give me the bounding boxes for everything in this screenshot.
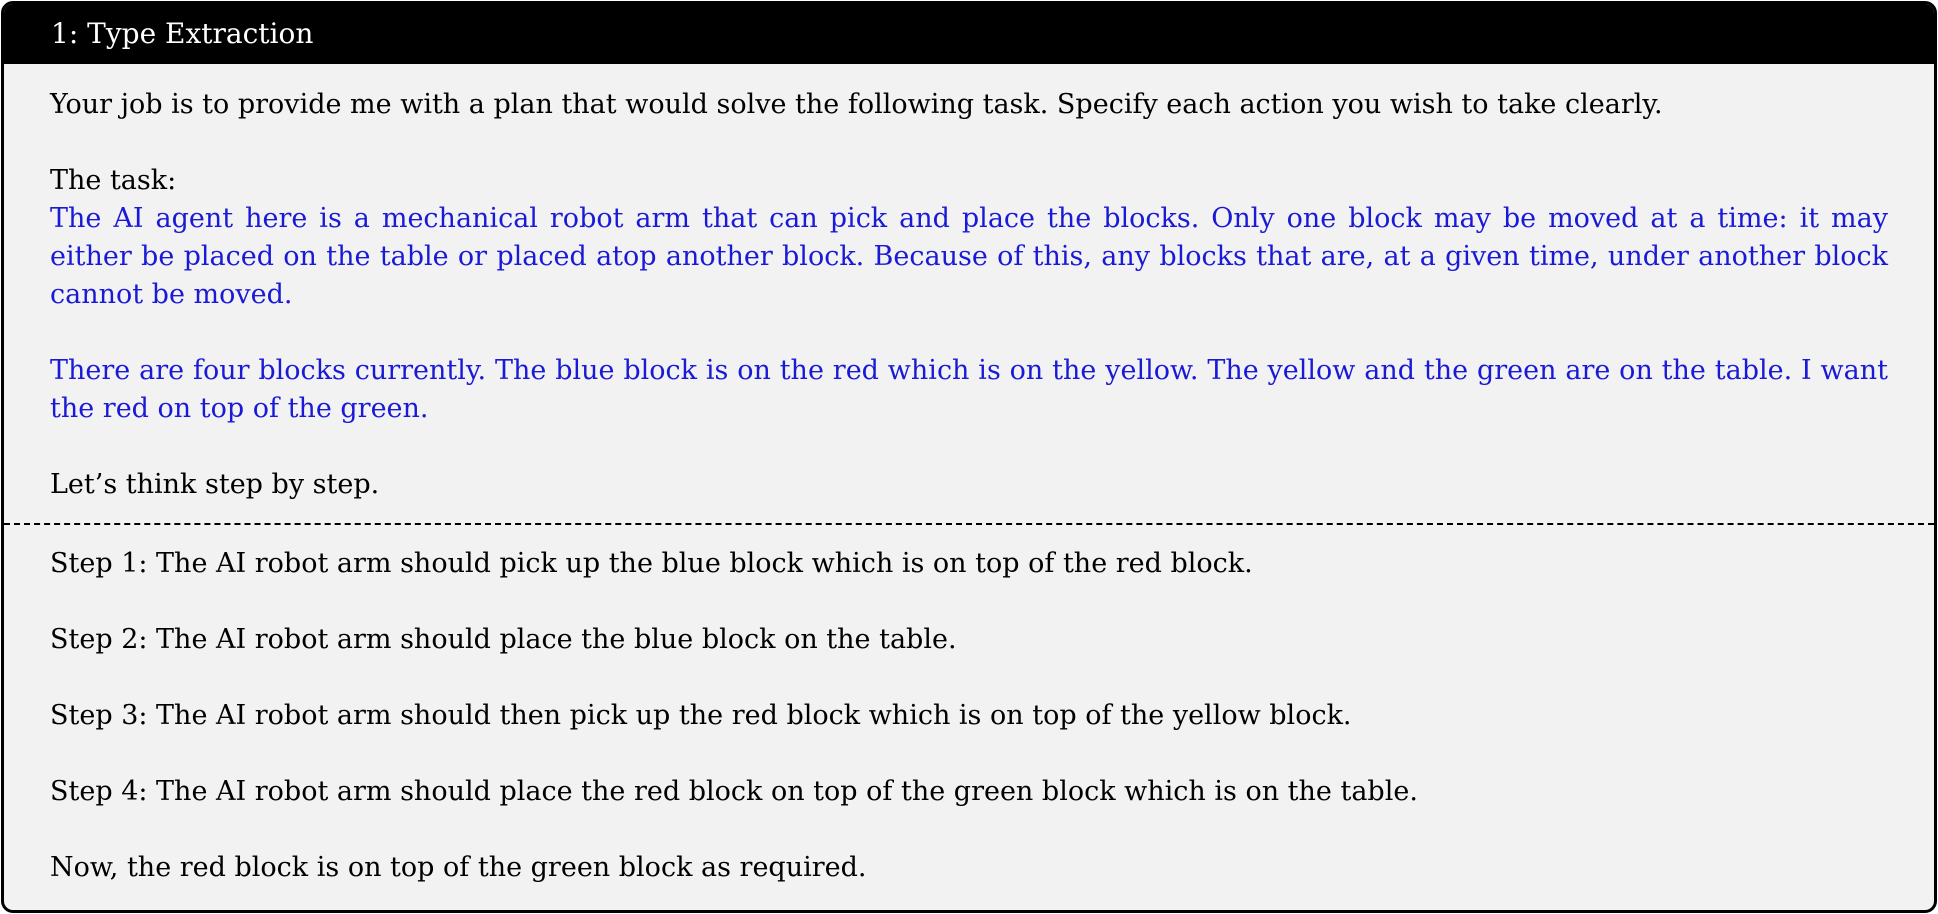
task-scenario: There are four blocks currently. The blu… (50, 355, 1888, 424)
instruction-text: Your job is to provide me with a plan th… (50, 89, 1663, 120)
step-3: Step 3: The AI robot arm should then pic… (50, 700, 1352, 731)
step-2: Step 2: The AI robot arm should place th… (50, 624, 957, 655)
card-title: 1: Type Extraction (4, 4, 1934, 64)
task-label: The task: (50, 165, 177, 196)
step-4: Step 4: The AI robot arm should place th… (50, 776, 1418, 807)
closing-text: Let’s think step by step. (50, 469, 380, 500)
step-1: Step 1: The AI robot arm should pick up … (50, 548, 1253, 579)
response-section: Step 1: The AI robot arm should pick up … (4, 525, 1934, 887)
prompt-card: 1: Type Extraction Your job is to provid… (1, 1, 1937, 913)
conclusion-text: Now, the red block is on top of the gree… (50, 852, 867, 883)
prompt-section: Your job is to provide me with a plan th… (4, 64, 1934, 523)
task-description: The AI agent here is a mechanical robot … (50, 203, 1888, 310)
